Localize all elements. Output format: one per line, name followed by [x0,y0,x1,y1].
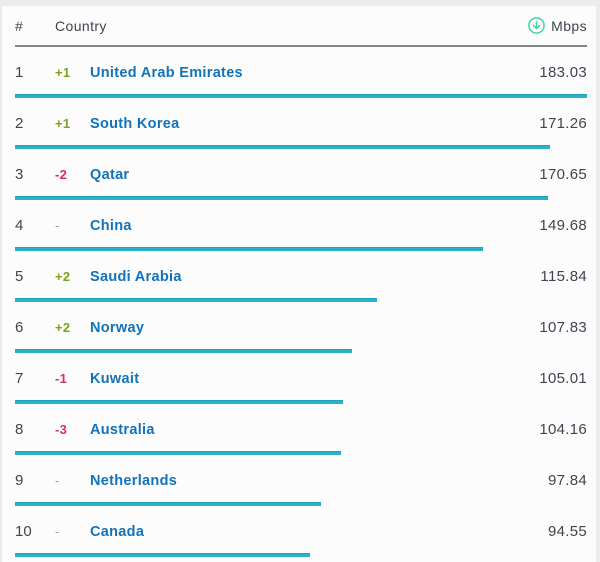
speed-value: 171.26 [539,115,587,132]
country-link[interactable]: United Arab Emirates [90,65,539,81]
rank-number: 6 [15,319,55,336]
country-row[interactable]: 1 +1 United Arab Emirates 183.03 [15,47,587,98]
country-link[interactable]: China [90,218,539,234]
rank-number: 8 [15,421,55,438]
speed-value: 183.03 [539,64,587,81]
country-row[interactable]: 4 - China 149.68 [15,200,587,251]
country-link[interactable]: Qatar [90,167,539,183]
country-row[interactable]: 5 +2 Saudi Arabia 115.84 [15,251,587,302]
speed-value: 107.83 [539,319,587,336]
speed-value: 104.16 [539,421,587,438]
rank-change: +1 [55,65,90,80]
ranking-table: # Country Mbps 1 +1 United Arab Emirates… [2,6,596,562]
table-header: # Country Mbps [15,6,587,47]
country-row[interactable]: 7 -1 Kuwait 105.01 [15,353,587,404]
country-row[interactable]: 6 +2 Norway 107.83 [15,302,587,353]
country-column-header: Country [55,18,528,34]
rank-column-header: # [15,18,55,34]
rank-change: - [55,524,90,539]
speed-ranking-page: # Country Mbps 1 +1 United Arab Emirates… [0,0,600,562]
rank-change: -3 [55,422,90,437]
rank-change: - [55,473,90,488]
country-link[interactable]: Norway [90,320,539,336]
rank-number: 10 [15,523,55,540]
speed-value: 97.84 [548,472,587,489]
unit-label: Mbps [551,18,587,34]
country-link[interactable]: Kuwait [90,371,539,387]
country-link[interactable]: South Korea [90,116,539,132]
country-row[interactable]: 3 -2 Qatar 170.65 [15,149,587,200]
rank-change: -1 [55,371,90,386]
country-link[interactable]: Australia [90,422,539,438]
rank-number: 9 [15,472,55,489]
speed-bar [15,553,310,557]
speed-value: 94.55 [548,523,587,540]
rank-number: 1 [15,64,55,81]
rank-number: 5 [15,268,55,285]
rank-number: 3 [15,166,55,183]
country-row[interactable]: 8 -3 Australia 104.16 [15,404,587,455]
rank-change: +2 [55,320,90,335]
country-row[interactable]: 10 - Canada 94.55 [15,506,587,557]
country-row[interactable]: 9 - Netherlands 97.84 [15,455,587,506]
speed-value: 115.84 [540,268,587,285]
rank-number: 2 [15,115,55,132]
mbps-sort-header[interactable]: Mbps [528,17,587,34]
rank-change: +1 [55,116,90,131]
rank-change: +2 [55,269,90,284]
country-link[interactable]: Netherlands [90,473,548,489]
rank-number: 4 [15,217,55,234]
download-arrow-circle-icon [528,17,545,34]
rank-change: - [55,218,90,233]
country-link[interactable]: Canada [90,524,548,540]
table-body: 1 +1 United Arab Emirates 183.03 2 +1 So… [15,47,587,557]
rank-change: -2 [55,167,90,182]
speed-value: 170.65 [539,166,587,183]
country-link[interactable]: Saudi Arabia [90,269,540,285]
rank-number: 7 [15,370,55,387]
country-row[interactable]: 2 +1 South Korea 171.26 [15,98,587,149]
speed-value: 105.01 [539,370,587,387]
speed-value: 149.68 [539,217,587,234]
